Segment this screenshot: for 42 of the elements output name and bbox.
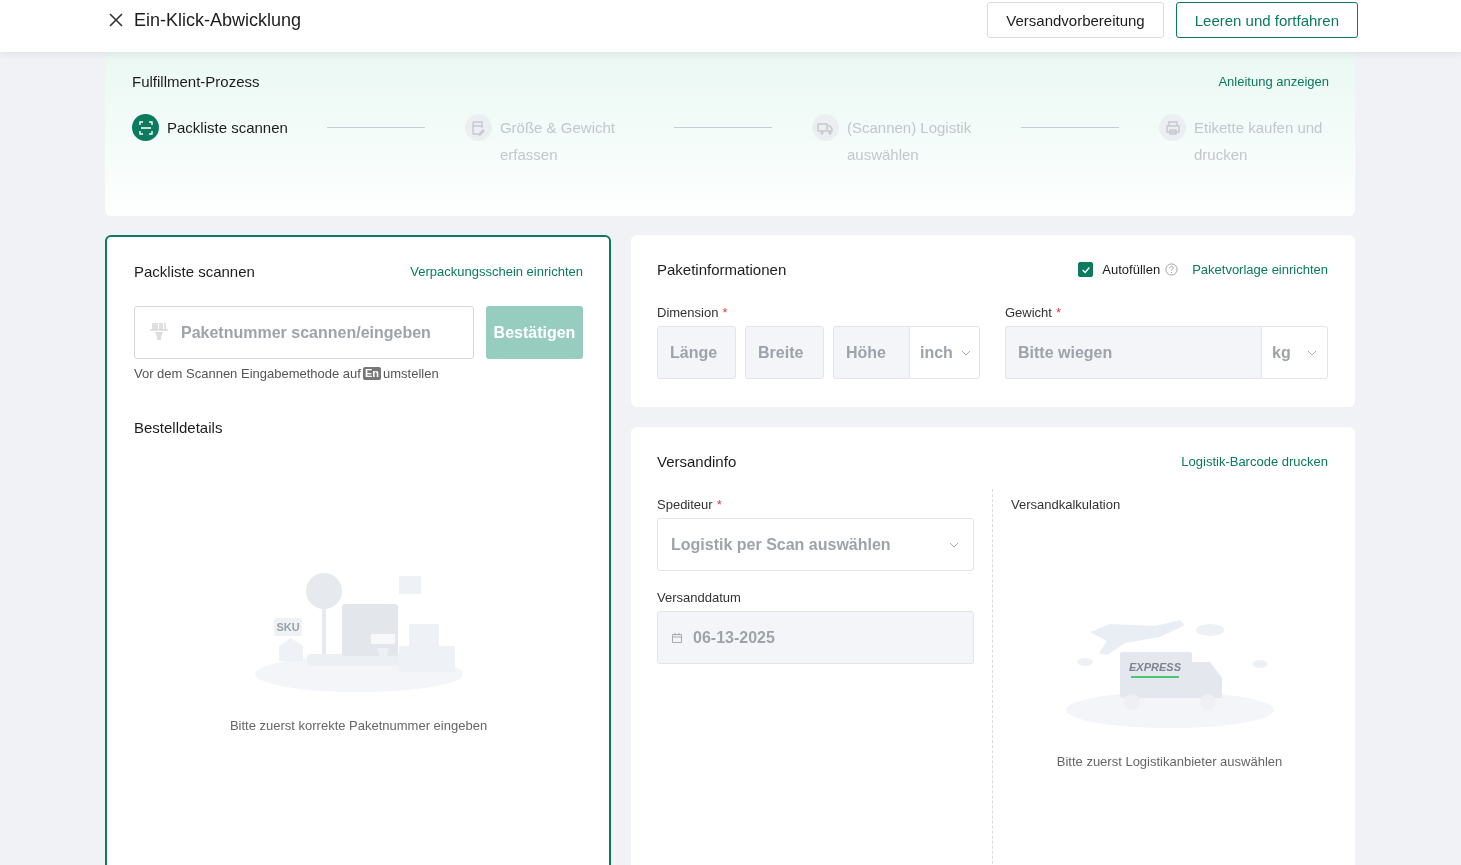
- packing-slip-link[interactable]: Verpackungsschein einrichten: [410, 264, 583, 279]
- close-icon[interactable]: [108, 12, 124, 28]
- autofill-checkbox[interactable]: [1078, 262, 1094, 277]
- chevron-down-icon: [949, 541, 959, 548]
- process-title: Fulfillment-Prozess: [132, 73, 260, 90]
- calendar-icon: [671, 631, 683, 644]
- key-badge: En: [362, 367, 381, 380]
- page-title: Ein-Klick-Abwicklung: [134, 9, 302, 31]
- chevron-down-icon: [1307, 349, 1317, 356]
- sku-label: SKU: [275, 621, 300, 633]
- chevron-down-icon: [960, 349, 971, 356]
- required-mark: *: [716, 497, 722, 512]
- package-template-link[interactable]: Paketvorlage einrichten: [1192, 262, 1328, 277]
- hint-text: umstellen: [383, 366, 439, 381]
- dimension-field[interactable]: Breite: [745, 326, 824, 379]
- field-label: Spediteur: [657, 497, 713, 512]
- section-title: Bestelldetails: [134, 419, 224, 436]
- guide-link[interactable]: Anleitung anzeigen: [1218, 74, 1329, 89]
- print-barcode-link[interactable]: Logistik-Barcode drucken: [1181, 454, 1328, 469]
- panel-title: Packliste scannen: [134, 263, 255, 280]
- step-label: Packliste scannen: [167, 118, 288, 138]
- field-label: Gewicht: [1005, 305, 1052, 320]
- empty-state-text: Bitte zuerst Logistikanbieter auswählen: [1056, 754, 1283, 769]
- express-label: EXPRESS: [1128, 661, 1181, 673]
- required-mark: *: [722, 305, 728, 320]
- prepare-button[interactable]: Versandvorbereitung: [987, 2, 1164, 38]
- card-title: Versandinfo: [657, 453, 737, 470]
- weight-field[interactable]: Bitte wiegen: [1005, 326, 1261, 379]
- dimension-field[interactable]: Länge: [657, 326, 736, 379]
- hint-text: Vor dem Scannen Eingabemethode auf: [134, 366, 361, 381]
- field-label: Versandkalkulation: [1011, 497, 1121, 512]
- autofill-label: Autofüllen: [1102, 262, 1161, 277]
- field-label: Dimension: [657, 305, 719, 320]
- empty-state-text: Bitte zuerst korrekte Paketnummer eingeben: [229, 718, 488, 733]
- package-number-field[interactable]: Paketnummer scannen/eingeben: [134, 306, 474, 359]
- check-icon: [1080, 264, 1091, 275]
- clear-continue-button[interactable]: Leeren und fortfahren: [1175, 2, 1358, 38]
- field-label: Versanddatum: [657, 590, 741, 605]
- barcode-scanner-icon: [148, 321, 170, 343]
- dimension-field[interactable]: Höhe: [833, 326, 909, 379]
- card-title: Paketinformationen: [657, 261, 787, 278]
- required-mark: *: [1055, 305, 1062, 320]
